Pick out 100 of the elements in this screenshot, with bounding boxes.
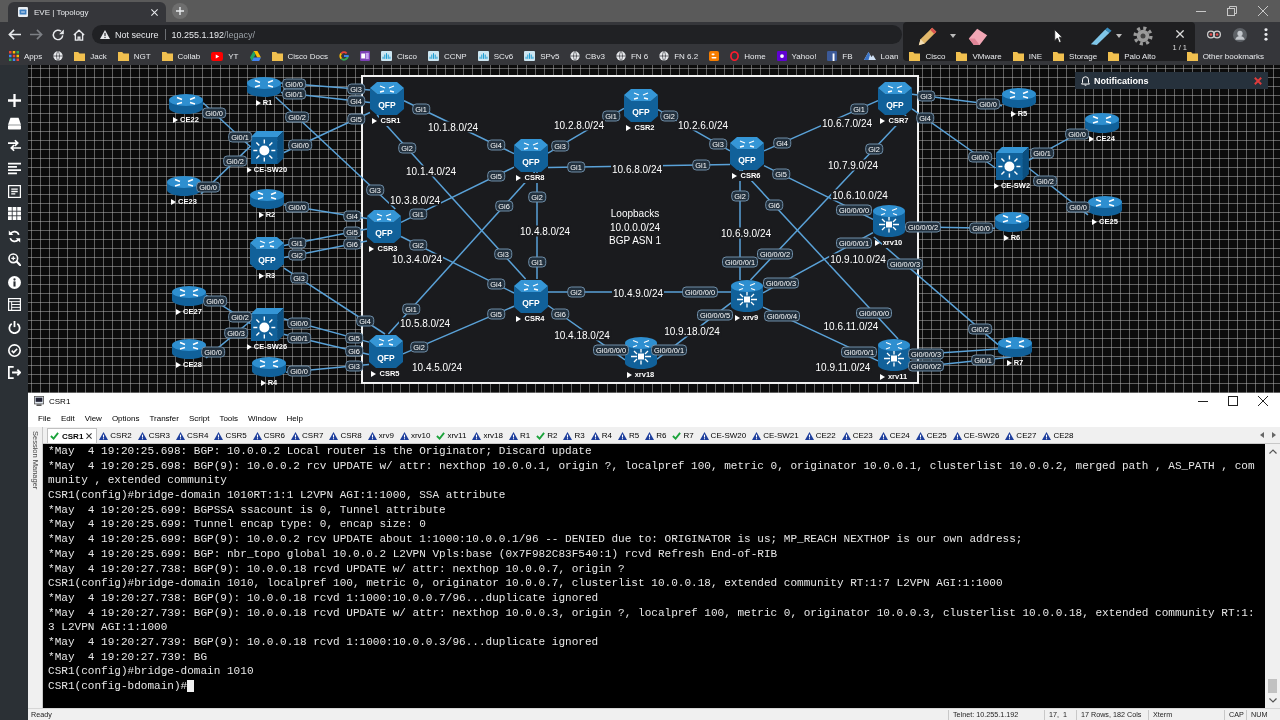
session-tab[interactable]: CSR4 xyxy=(174,428,213,443)
session-tab[interactable]: xrv10 xyxy=(397,428,435,443)
bookmark[interactable]: Yahoo! xyxy=(776,51,817,61)
session-tab[interactable]: R6 xyxy=(643,428,671,443)
up-chevron-icon[interactable] xyxy=(1268,449,1277,454)
bookmark[interactable]: Cisco Docs xyxy=(271,51,328,61)
avatar-icon[interactable] xyxy=(1233,27,1247,42)
session-tab[interactable]: CE27 xyxy=(1003,428,1041,443)
bookmark[interactable]: Storage xyxy=(1053,51,1098,61)
bookmark[interactable]: Jack xyxy=(74,51,107,61)
browser-tab[interactable]: EVE | Topology xyxy=(8,2,166,22)
switch-icon[interactable] xyxy=(250,130,284,164)
session-tab[interactable]: R5 xyxy=(615,428,644,443)
bookmark[interactable]: INE xyxy=(1012,51,1043,61)
mouse-pointer-icon[interactable] xyxy=(1054,29,1063,43)
square-logo-icon[interactable] xyxy=(709,51,720,61)
address-bar[interactable]: Not secure 10.255.1.192/legacy/ xyxy=(92,25,902,44)
bookmark[interactable]: FN 6.2 xyxy=(659,51,699,61)
session-tab[interactable]: CE25 xyxy=(913,428,951,443)
router-icon[interactable] xyxy=(169,94,203,114)
session-tab[interactable]: CSR7 xyxy=(289,428,328,443)
table-icon[interactable] xyxy=(7,298,21,312)
session-tab[interactable]: xrv11 xyxy=(434,428,471,443)
menu-item[interactable]: Help xyxy=(281,413,308,423)
eraser-icon[interactable] xyxy=(968,27,988,45)
drive-icon[interactable] xyxy=(7,116,21,130)
restore-icon[interactable] xyxy=(1227,6,1237,16)
text-box-icon[interactable] xyxy=(7,184,21,198)
lines-icon[interactable] xyxy=(7,162,21,176)
minimize-icon[interactable] xyxy=(1198,400,1208,402)
session-tab[interactable]: CE-SW26 xyxy=(950,428,1004,443)
plus-icon[interactable] xyxy=(7,94,21,107)
notebook-icon[interactable] xyxy=(359,51,370,61)
router-icon[interactable] xyxy=(1088,196,1122,216)
swap-arrows-icon[interactable] xyxy=(7,139,21,153)
goggles-icon[interactable] xyxy=(1207,30,1221,39)
bookmark[interactable]: NGT xyxy=(117,51,151,61)
session-tab[interactable]: CSR6 xyxy=(250,428,290,443)
router-icon[interactable] xyxy=(172,286,206,306)
bookmark[interactable]: Collab xyxy=(161,51,201,61)
bookmark[interactable]: Palo Alto xyxy=(1108,51,1156,61)
menu-item[interactable]: Transfer xyxy=(144,413,184,423)
session-tab[interactable]: xrv18 xyxy=(470,428,507,443)
router-icon[interactable] xyxy=(172,339,206,359)
bookmark[interactable]: Cisco xyxy=(909,51,946,61)
back-arrow-icon[interactable] xyxy=(8,29,21,40)
session-tab[interactable]: R3 xyxy=(561,428,589,443)
router-icon[interactable] xyxy=(247,77,281,97)
session-tab[interactable]: CE28 xyxy=(1040,428,1078,443)
circular-arrows-icon[interactable] xyxy=(7,230,21,244)
down-chevron-icon[interactable] xyxy=(1268,698,1277,703)
switch-icon[interactable] xyxy=(250,307,284,341)
globe-icon[interactable] xyxy=(53,51,64,61)
security-label[interactable]: Not secure xyxy=(115,29,159,40)
menu-item[interactable]: Window xyxy=(243,413,282,423)
bookmark[interactable]: SCv6 xyxy=(477,51,514,61)
session-tab[interactable]: CSR3 xyxy=(135,428,175,443)
menu-item[interactable]: Edit xyxy=(55,413,80,423)
caret-icon[interactable] xyxy=(1116,34,1122,38)
session-tab[interactable]: R4 xyxy=(588,428,616,443)
router-icon[interactable] xyxy=(995,212,1029,232)
maximize-icon[interactable] xyxy=(1228,396,1238,406)
menu-item[interactable]: Tools xyxy=(214,413,244,423)
router-icon[interactable] xyxy=(731,280,763,312)
bookmark[interactable]: VMware xyxy=(956,51,1002,61)
circular-arrow-icon[interactable] xyxy=(52,28,64,41)
scroll-thumb[interactable] xyxy=(1268,679,1277,693)
session-tab[interactable]: CSR5 xyxy=(212,428,251,443)
right-arrow-icon[interactable] xyxy=(1272,432,1276,438)
marker-icon[interactable] xyxy=(1090,27,1112,45)
session-tab[interactable]: R7 xyxy=(670,428,698,443)
bookmark[interactable]: Cisco xyxy=(380,51,417,61)
session-tab[interactable]: CE-SW20 xyxy=(697,428,751,443)
bookmark[interactable]: Apps xyxy=(9,51,43,61)
switch-icon[interactable] xyxy=(995,146,1029,180)
session-tab[interactable]: CE22 xyxy=(802,428,840,443)
menu-item[interactable]: View xyxy=(79,413,107,423)
pencil-icon[interactable] xyxy=(918,26,938,46)
session-tab[interactable]: xrv9 xyxy=(365,428,398,443)
power-icon[interactable] xyxy=(7,320,21,334)
router-icon[interactable] xyxy=(998,337,1032,357)
session-tab[interactable]: CE24 xyxy=(876,428,914,443)
left-arrow-icon[interactable] xyxy=(1260,432,1264,438)
check-circle-icon[interactable] xyxy=(7,343,21,357)
session-tab[interactable]: R1 xyxy=(506,428,535,443)
session-tab[interactable]: CSR1 xyxy=(47,428,98,443)
close-icon[interactable] xyxy=(86,433,93,439)
bookmark[interactable]: Other bookmarks xyxy=(1186,51,1264,61)
bookmark[interactable]: CCNP xyxy=(427,51,467,61)
router-icon[interactable] xyxy=(252,357,286,377)
router-icon[interactable] xyxy=(873,205,905,237)
triangle-logo-icon[interactable] xyxy=(249,51,261,61)
house-icon[interactable] xyxy=(73,28,85,41)
menu-icon[interactable] xyxy=(1264,28,1268,41)
bookmark[interactable]: FB xyxy=(827,51,853,61)
menu-item[interactable]: File xyxy=(33,413,56,423)
scrollbar[interactable] xyxy=(1265,444,1280,708)
exit-arrow-icon[interactable] xyxy=(7,366,21,380)
session-tab[interactable]: CE23 xyxy=(839,428,877,443)
session-tab[interactable]: CSR8 xyxy=(327,428,366,443)
